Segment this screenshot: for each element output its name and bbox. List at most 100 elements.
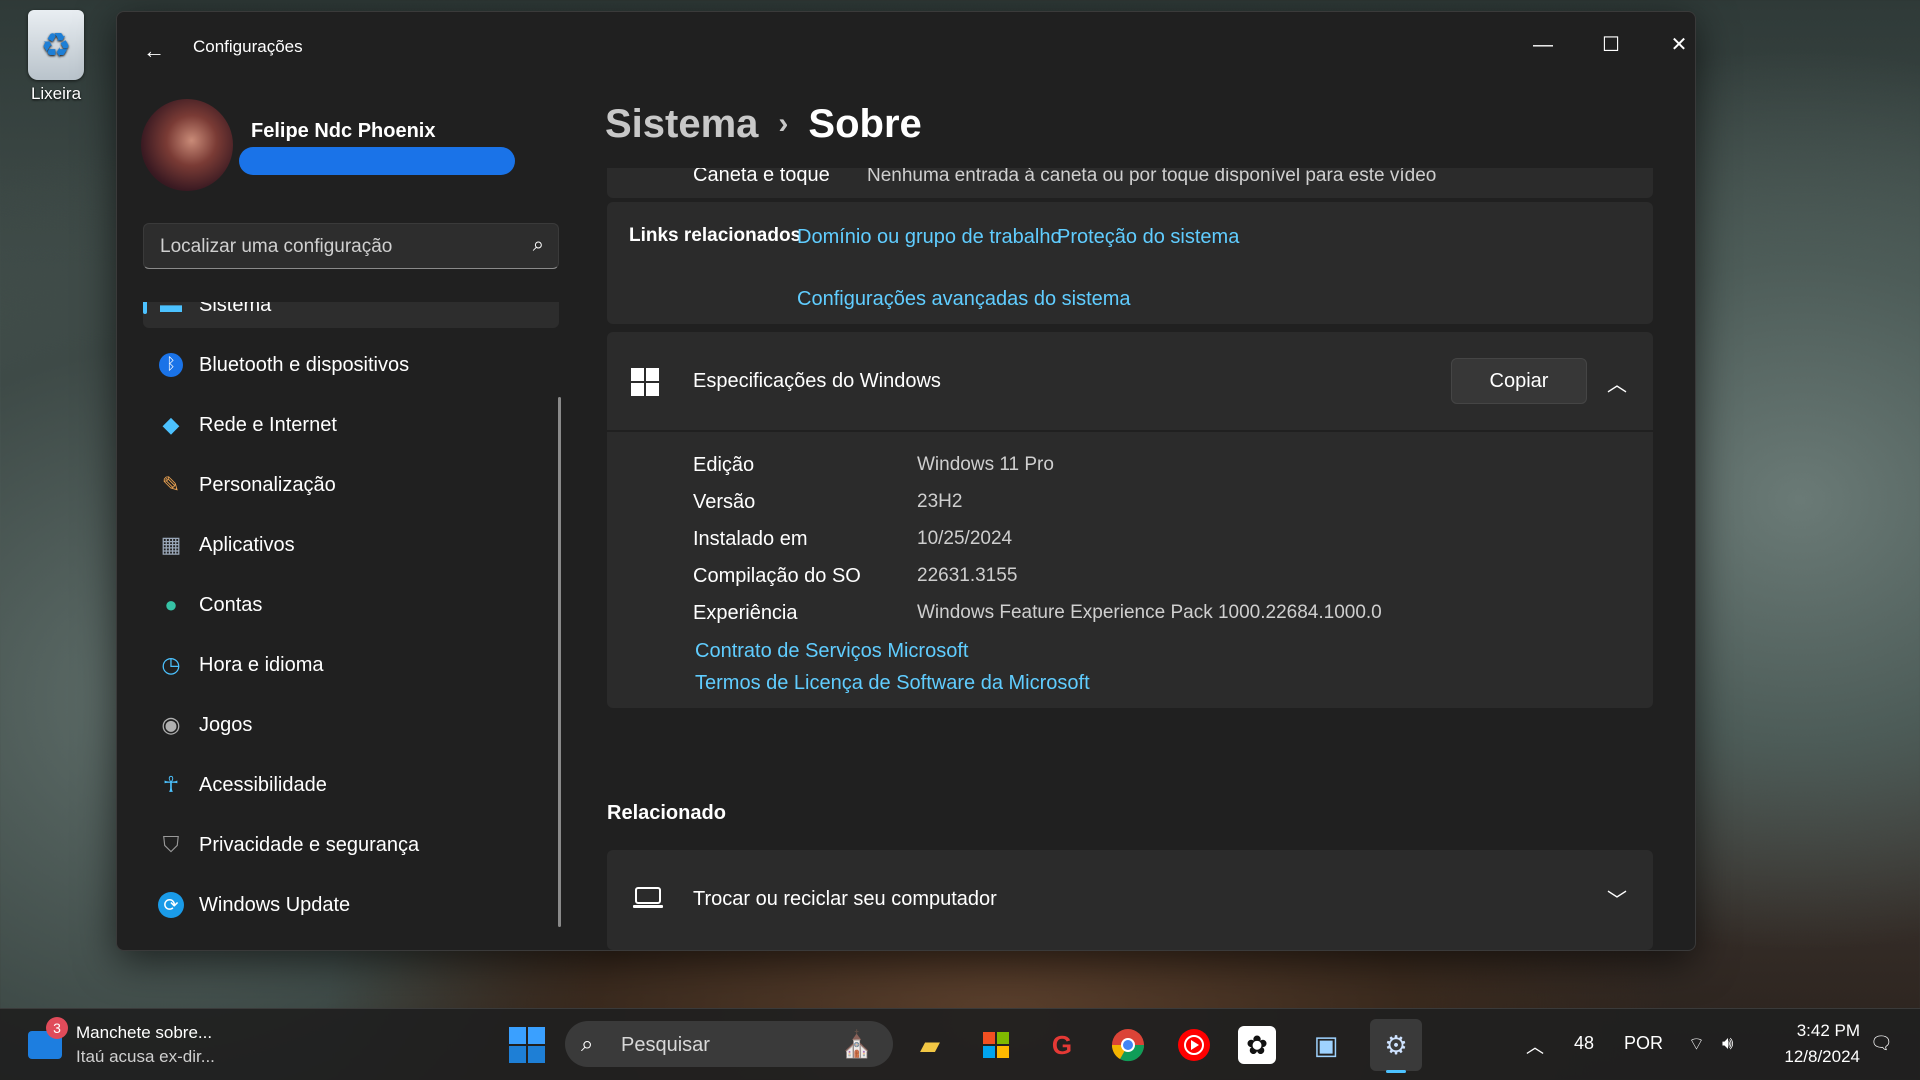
copy-button[interactable]: Copiar [1451,358,1587,404]
sidebar-item-label: Personalização [199,474,336,496]
sidebar-item-hora[interactable]: ◷ Hora e idioma [143,642,559,688]
wifi-icon[interactable]: ⌔ [1688,1033,1705,1056]
recycle-bin-icon [28,10,84,80]
taskbar-search-label: Pesquisar [621,1034,710,1056]
windows-specs-body: Edição Windows 11 Pro Versão 23H2 Instal… [607,432,1653,708]
pen-touch-row: Caneta e toque Nenhuma entrada à caneta … [607,168,1653,198]
person-icon: ● [164,592,178,617]
recycle-bin[interactable]: Lixeira [18,10,94,104]
minimize-button[interactable]: — [1509,20,1577,70]
related-section-title: Relacionado [607,802,726,824]
related-links-card: Links relacionados Domínio ou grupo de t… [607,202,1653,324]
spec-value: Windows 11 Pro [917,454,1054,475]
windows-specs-title: Especificações do Windows [693,370,941,392]
sidebar-item-label: Jogos [199,714,253,736]
sidebar-item-acessibilidade[interactable]: ☥ Acessibilidade [143,762,559,808]
spec-label: Versão [693,491,756,513]
link-software-license[interactable]: Termos de Licença de Software da Microso… [695,672,1090,695]
pen-touch-value: Nenhuma entrada à caneta ou por toque di… [867,168,1437,186]
volume-icon[interactable]: 🔊︎ [1722,1033,1733,1054]
sidebar-item-jogos[interactable]: ◉ Jogos [143,702,559,748]
language-indicator[interactable]: POR [1624,1033,1663,1054]
redacted-email [239,147,515,175]
spec-value: 10/25/2024 [917,528,1013,549]
chrome-icon[interactable] [1106,1023,1150,1067]
pen-touch-label: Caneta e toque [693,168,830,186]
temperature-text[interactable]: 48 [1574,1033,1594,1054]
spec-label: Compilação do SO [693,565,861,587]
chatgpt-icon[interactable]: ✿ [1238,1026,1276,1064]
sidebar-item-rede[interactable]: ◆ Rede e Internet [143,402,559,448]
gear-icon: ⚙ [1384,1030,1408,1060]
clock-globe-icon: ◷ [161,652,181,677]
chevron-up-icon[interactable]: ︿ [1607,368,1627,397]
sidebar-item-contas[interactable]: ● Contas [143,582,559,628]
sidebar-item-sistema[interactable]: ▬ Sistema [143,302,559,328]
link-domain-workgroup[interactable]: Domínio ou grupo de trabalho [797,226,1062,249]
trade-in-recycle-row[interactable]: Trocar ou reciclar seu computador ﹀ [607,850,1653,950]
back-arrow-icon: ← [143,38,165,63]
sidebar-scrollbar[interactable] [558,397,561,927]
link-system-protection[interactable]: Proteção do sistema [1057,226,1239,249]
recycle-bin-label: Lixeira [30,84,82,103]
youtube-music-icon[interactable] [1172,1023,1216,1067]
notification-badge: 3 [46,1017,68,1039]
spec-label: Edição [693,454,755,476]
chevron-down-icon[interactable]: ﹀ [1607,884,1627,913]
windows-specs-header[interactable]: Especificações do Windows Copiar ︿ [607,332,1653,430]
link-advanced-settings[interactable]: Configurações avançadas do sistema [797,288,1131,311]
apps-icon: ▦ [160,532,182,557]
title-bar: ← Configurações — ☐ ✕ [117,12,1695,84]
microsoft-store-icon[interactable] [974,1023,1018,1067]
clock-time[interactable]: 3:42 PM [1780,1021,1860,1041]
back-button[interactable]: ← [139,36,169,66]
close-button[interactable]: ✕ [1645,20,1695,70]
active-indicator [1386,1070,1406,1073]
gamepad-icon: ◉ [161,712,181,737]
spec-value: 23H2 [917,491,963,512]
related-links-label: Links relacionados [629,225,802,246]
sidebar-item-label: Hora e idioma [199,654,324,676]
file-explorer-icon[interactable]: ▰ [908,1023,952,1067]
sidebar-item-label: Bluetooth e dispositivos [199,354,410,376]
search-input[interactable]: Localizar uma configuração ⌕ [143,223,559,269]
start-button[interactable] [505,1023,549,1067]
sidebar-nav: ▬ Sistema ᛒ Bluetooth e dispositivos ◆ R… [143,302,559,950]
news-title: Manchete sobre... [76,1023,213,1042]
sidebar-item-label: Aplicativos [199,534,295,556]
accessibility-icon: ☥ [162,772,180,797]
taskbar-search[interactable]: ⌕ Pesquisar ⛪ [565,1021,893,1067]
app-icon-red[interactable]: G [1040,1023,1084,1067]
windows-start-icon [509,1027,545,1063]
spec-value: Windows Feature Experience Pack 1000.226… [917,602,1382,623]
sidebar-item-personalizacao[interactable]: ✎ Personalização [143,462,559,508]
link-services-agreement[interactable]: Contrato de Serviços Microsoft [695,640,968,663]
bluetooth-icon: ᛒ [159,353,183,377]
sidebar-item-bluetooth[interactable]: ᛒ Bluetooth e dispositivos [143,342,559,388]
news-subtitle: Itaú acusa ex-dir... [76,1047,215,1066]
sidebar-item-privacidade[interactable]: ⛉ Privacidade e segurança [143,822,559,868]
sidebar-item-windows-update[interactable]: ⟳ Windows Update [143,882,559,928]
monitor-app-icon[interactable]: ▣ [1304,1023,1348,1067]
notifications-icon[interactable]: 🗨︎ [1870,1033,1893,1054]
app-title: Configurações [193,37,303,56]
chevron-up-icon[interactable]: ︿ [1526,1033,1544,1059]
avatar[interactable] [141,99,233,191]
spec-label: Instalado em [693,528,808,550]
breadcrumb-parent[interactable]: Sistema [605,102,758,146]
sidebar-item-label: Acessibilidade [199,774,327,796]
windows-logo-icon [631,368,659,396]
clock-date[interactable]: 12/8/2024 [1770,1047,1860,1067]
breadcrumb-separator: › [778,107,789,140]
sidebar-item-label: Rede e Internet [199,414,337,436]
search-placeholder: Localizar uma configuração [160,236,393,257]
user-name: Felipe Ndc Phoenix [251,120,436,142]
maximize-button[interactable]: ☐ [1577,20,1645,70]
main-content: Caneta e toque Nenhuma entrada à caneta … [607,168,1657,950]
settings-app-icon[interactable]: ⚙ [1370,1019,1422,1073]
display-icon: ▬ [160,302,182,317]
laptop-icon [633,886,663,910]
wifi-icon: ◆ [162,412,180,437]
search-highlight-icon: ⛪ [840,1029,873,1059]
sidebar-item-aplicativos[interactable]: ▦ Aplicativos [143,522,559,568]
